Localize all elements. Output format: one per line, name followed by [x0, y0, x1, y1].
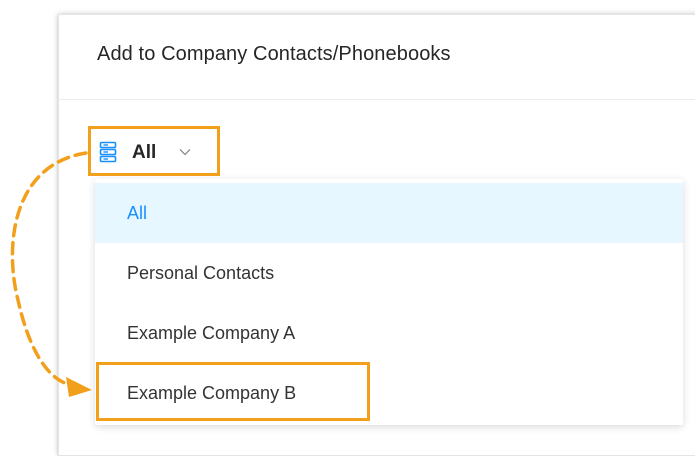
phonebook-filter-dropdown[interactable]: All — [88, 126, 220, 176]
chevron-down-icon — [179, 149, 191, 156]
menu-item-all[interactable]: All — [95, 183, 683, 243]
phonebook-filter-menu: All Personal Contacts Example Company A … — [95, 179, 683, 425]
menu-item-example-company-a[interactable]: Example Company A — [95, 303, 683, 363]
menu-item-example-company-b[interactable]: Example Company B — [95, 363, 683, 423]
dialog-divider — [59, 99, 695, 100]
phonebook-stack-icon — [99, 141, 117, 163]
filter-selected-label: All — [132, 142, 157, 163]
dialog-title: Add to Company Contacts/Phonebooks — [97, 43, 451, 65]
menu-item-personal-contacts[interactable]: Personal Contacts — [95, 243, 683, 303]
